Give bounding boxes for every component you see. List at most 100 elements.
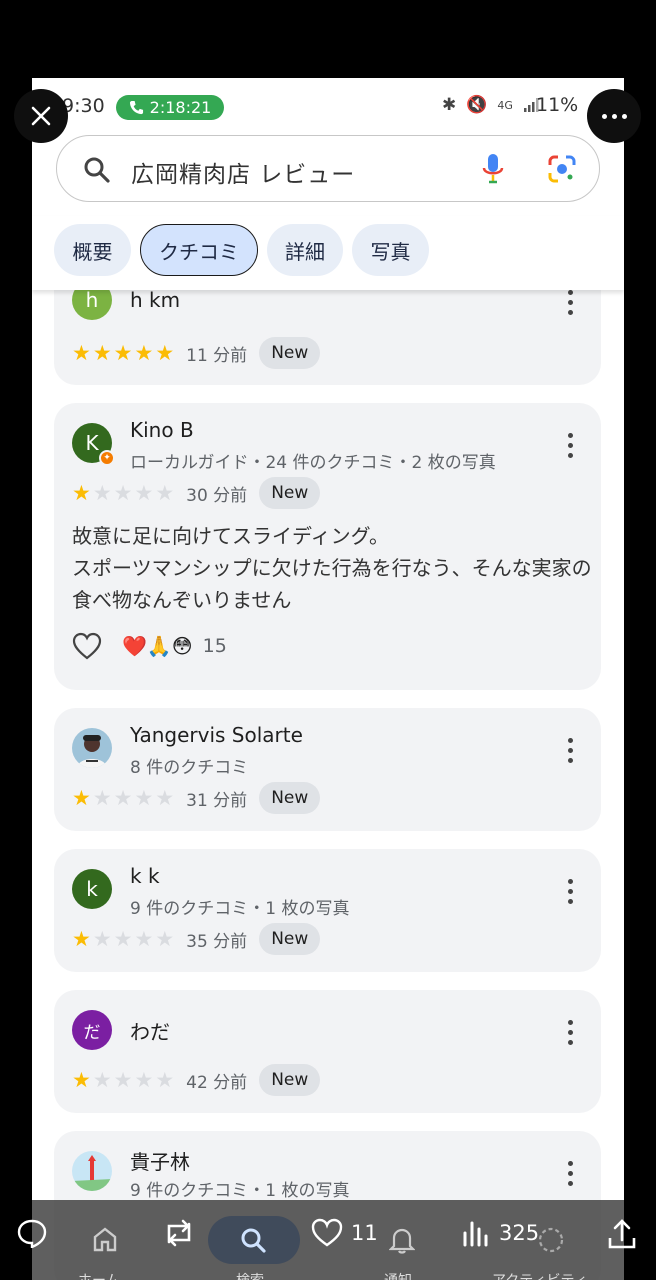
star-icon: ★	[134, 480, 154, 505]
star-rating: ★ ★ ★ ★ ★	[72, 340, 175, 365]
star-icon: ★	[72, 785, 91, 810]
reviewer-name[interactable]: Yangervis Solarte	[130, 723, 303, 747]
rating-row: ★ ★ ★ ★ ★ 11 分前 New	[72, 337, 321, 369]
review-time: 30 分前	[186, 485, 248, 506]
new-badge: New	[259, 782, 321, 814]
star-icon: ★	[113, 785, 133, 810]
repost-button[interactable]	[161, 1218, 197, 1248]
nav-label-search[interactable]: 検索	[236, 1270, 264, 1280]
new-badge: New	[259, 477, 321, 509]
views-button[interactable]: 325	[461, 1218, 539, 1248]
x-bottom-bar: 11 325 ホーム 検索 通知 アクティビティ	[0, 1200, 656, 1280]
star-icon: ★	[155, 1067, 175, 1092]
reviewer-name[interactable]: h km	[130, 290, 180, 312]
review-menu-button[interactable]	[567, 433, 573, 458]
star-rating: ★ ★ ★ ★ ★	[72, 480, 174, 505]
reviewer-name[interactable]: k k	[130, 864, 160, 888]
rating-row: ★ ★ ★ ★ ★ 30 分前 New	[72, 477, 321, 509]
player-photo-icon	[72, 728, 112, 768]
star-icon: ★	[92, 1067, 112, 1092]
reply-button[interactable]	[16, 1218, 48, 1248]
reviewer-avatar[interactable]	[72, 1151, 112, 1191]
mute-icon: 🔇	[466, 95, 488, 115]
bluetooth-icon: ✱	[442, 95, 457, 115]
avatar-initial: k	[86, 877, 98, 901]
nav-label-activity[interactable]: アクティビティ	[492, 1270, 588, 1280]
phone-icon	[129, 100, 143, 115]
review-card: K ✦ Kino B ローカルガイド・24 件のクチコミ・2 枚の写真 ★ ★ ★ ★…	[54, 403, 601, 690]
review-menu-button[interactable]	[567, 1020, 573, 1045]
tab-reviews[interactable]: クチコミ	[140, 224, 258, 276]
star-rating: ★ ★ ★ ★ ★	[72, 926, 175, 951]
search-icon[interactable]	[83, 156, 111, 184]
reviewer-name[interactable]: わだ	[130, 1016, 170, 1045]
nav-label-notifications[interactable]: 通知	[384, 1270, 412, 1280]
close-button[interactable]	[14, 89, 68, 143]
reviewer-meta: 8 件のクチコミ	[130, 758, 249, 778]
reviewer-avatar[interactable]: K ✦	[72, 423, 115, 466]
star-icon: ★	[113, 480, 133, 505]
review-text: 故意に足に向けてスライディング。 スポーツマンシップに欠けた行為を行なう、そんな…	[72, 524, 592, 612]
nav-label-home[interactable]: ホーム	[78, 1270, 120, 1280]
rating-row: ★ ★ ★ ★ ★ 42 分前 New	[72, 1064, 321, 1096]
review-card: k k k 9 件のクチコミ・1 枚の写真 ★ ★ ★ ★ ★ 35 分前 New	[54, 849, 601, 972]
tab-overview[interactable]: 概要	[54, 224, 131, 276]
dot	[621, 113, 627, 119]
star-rating: ★ ★ ★ ★ ★	[72, 785, 175, 810]
star-icon: ★	[155, 340, 175, 365]
star-icon: ★	[113, 340, 133, 365]
home-icon[interactable]	[92, 1226, 118, 1252]
search-query[interactable]: 広岡精肉店 レビュー	[131, 155, 355, 189]
share-button[interactable]	[607, 1218, 637, 1250]
reviews-list: h h km ★ ★ ★ ★ ★ 11 分前 New K ✦ Kino B ローカルガイ…	[32, 290, 624, 1280]
reviewer-avatar[interactable]: k	[72, 869, 112, 909]
review-menu-button[interactable]	[567, 1161, 573, 1186]
review-time: 11 分前	[186, 345, 248, 366]
review-menu-button[interactable]	[567, 290, 573, 315]
tab-photos[interactable]: 写真	[352, 224, 429, 276]
review-menu-button[interactable]	[567, 738, 573, 763]
close-icon	[31, 106, 51, 126]
search-icon[interactable]	[239, 1226, 267, 1254]
star-rating: ★ ★ ★ ★ ★	[72, 1067, 175, 1092]
review-menu-button[interactable]	[567, 879, 573, 904]
activity-icon[interactable]	[537, 1226, 565, 1254]
reviewer-avatar[interactable]: h	[72, 290, 112, 320]
views-icon	[463, 1221, 488, 1247]
search-bar[interactable]: 広岡精肉店 レビュー	[56, 135, 600, 202]
status-icons: ✱ 🔇 4G	[442, 95, 539, 115]
google-lens-icon[interactable]	[547, 154, 577, 184]
reviewer-name[interactable]: 貴子林	[130, 1146, 190, 1175]
star-icon: ★	[72, 926, 91, 951]
like-count: 11	[351, 1221, 378, 1245]
star-icon: ★	[72, 340, 91, 365]
status-time: 9:30	[62, 95, 105, 117]
landscape-photo-icon	[72, 1151, 112, 1191]
star-icon: ★	[155, 785, 175, 810]
dot	[601, 113, 607, 119]
like-button[interactable]: 11	[311, 1218, 378, 1248]
avatar-initial: K	[85, 431, 99, 455]
star-icon: ★	[72, 1067, 91, 1092]
reviewer-avatar[interactable]	[72, 728, 112, 768]
reaction-emojis: ❤️🙏😳	[122, 634, 193, 658]
view-count: 325	[499, 1221, 540, 1245]
notifications-icon[interactable]	[389, 1226, 415, 1254]
avatar-initial: だ	[83, 1022, 101, 1043]
star-icon: ★	[155, 926, 175, 951]
heart-icon[interactable]	[72, 632, 102, 660]
tab-details[interactable]: 詳細	[267, 224, 343, 276]
review-card: Yangervis Solarte 8 件のクチコミ ★ ★ ★ ★ ★ 31 分前 N…	[54, 708, 601, 831]
new-badge: New	[259, 1064, 321, 1096]
heart-icon	[311, 1218, 343, 1247]
share-icon	[608, 1219, 636, 1249]
star-icon: ★	[113, 926, 133, 951]
reviewer-avatar[interactable]: だ	[72, 1010, 112, 1050]
microphone-icon[interactable]	[481, 152, 505, 186]
reviewer-name[interactable]: Kino B	[130, 418, 194, 442]
star-icon: ★	[92, 785, 112, 810]
battery-percent: 11%	[536, 94, 579, 116]
avatar-initial: h	[85, 290, 99, 312]
more-options-button[interactable]	[587, 89, 641, 143]
reviewer-meta: 9 件のクチコミ・1 枚の写真	[130, 1181, 350, 1201]
